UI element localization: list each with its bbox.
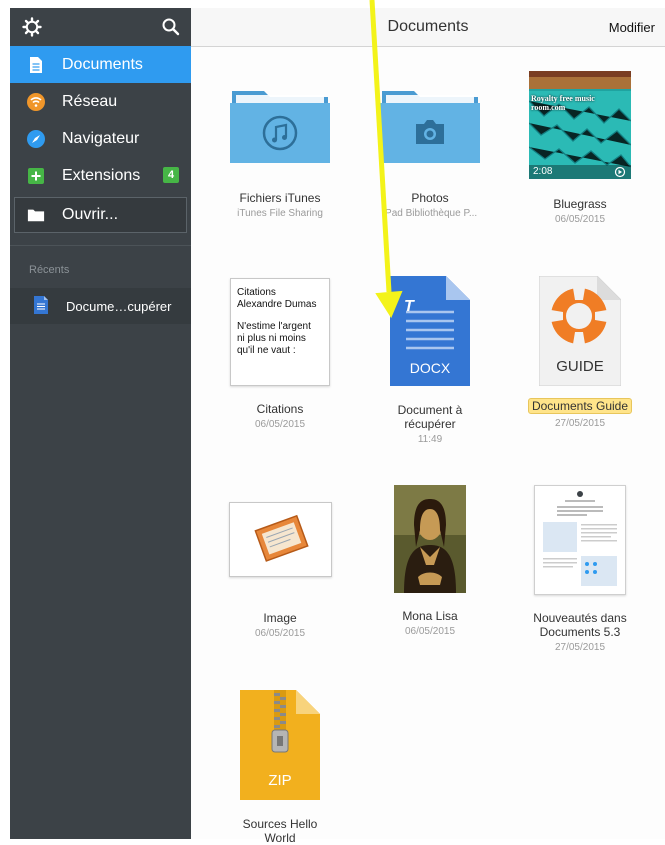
- grid-item-guide[interactable]: GUIDE Documents Guide 27/05/2015: [505, 275, 655, 430]
- navigation-bar: Documents Modifier: [191, 8, 665, 47]
- file-subtitle: 06/05/2015: [254, 628, 306, 639]
- sidebar-item-network[interactable]: Réseau: [10, 83, 191, 120]
- grid-item-zip[interactable]: ZIP Sources Hello World: [205, 690, 355, 845]
- grid-item-bluegrass[interactable]: Royalty free music room.com 2:08 Bluegra…: [505, 71, 655, 226]
- grid-item-image[interactable]: Image 06/05/2015: [205, 502, 355, 640]
- docx-file-icon: [34, 295, 48, 317]
- page-title: Documents: [387, 18, 469, 35]
- file-name-line: Sources Hello: [242, 817, 318, 831]
- file-subtitle: 11:49: [417, 434, 443, 445]
- file-subtitle: 27/05/2015: [554, 418, 606, 429]
- gear-icon[interactable]: [22, 17, 42, 37]
- grid-item-mona-lisa[interactable]: Mona Lisa 06/05/2015: [355, 485, 505, 638]
- svg-text:T: T: [404, 298, 415, 315]
- document-icon: [27, 56, 45, 74]
- sidebar-item-extensions[interactable]: Extensions 4: [10, 157, 191, 194]
- file-name-line: récupérer: [404, 417, 456, 431]
- file-name-line: Nouveautés dans: [533, 611, 627, 625]
- file-name: Citations: [256, 402, 304, 416]
- sidebar-item-label: Extensions: [62, 166, 141, 184]
- lifebuoy-icon: GUIDE: [538, 275, 622, 387]
- file-name-line: World: [264, 831, 296, 845]
- sidebar-item-open[interactable]: Ouvrir...: [14, 197, 187, 233]
- count-badge: 4: [163, 167, 179, 183]
- edit-button[interactable]: Modifier: [609, 20, 655, 35]
- top-margin: [0, 0, 665, 8]
- itunes-folder-icon: [230, 83, 330, 165]
- file-name-selected: Documents Guide: [527, 398, 633, 414]
- file-name: Image: [263, 611, 297, 625]
- file-name: Document à récupérer: [355, 403, 505, 431]
- video-duration: 2:08: [533, 166, 553, 177]
- file-name: Bluegrass: [553, 197, 607, 211]
- recent-item[interactable]: Docume…cupérer: [10, 288, 191, 324]
- photos-folder-icon: [380, 83, 480, 165]
- window-edge: [0, 0, 10, 839]
- sidebar-item-label: Ouvrir...: [62, 206, 119, 223]
- grid-item-docx[interactable]: T DOCX Document à récupérer 11:49: [355, 276, 505, 446]
- file-subtitle: 06/05/2015: [404, 626, 456, 637]
- sidebar-item-label: Réseau: [62, 92, 118, 110]
- video-thumbnail: Royalty free music room.com 2:08: [528, 71, 632, 179]
- grid-item-photos[interactable]: Photos iPad Bibliothèque P...: [355, 83, 505, 220]
- grid-item-itunes[interactable]: Fichiers iTunes iTunes File Sharing: [205, 83, 355, 220]
- compass-icon: [27, 129, 45, 148]
- file-name-line: Documents 5.3: [539, 625, 621, 639]
- docx-file-icon: T DOCX: [390, 276, 470, 386]
- file-type-label: ZIP: [268, 772, 292, 789]
- recent-item-label: Docume…cupérer: [66, 298, 172, 314]
- sidebar-item-label: Navigateur: [62, 129, 140, 147]
- sidebar-item-label: Documents: [62, 55, 143, 73]
- text-preview: Citations Alexandre Dumas N'estime l'arg…: [230, 278, 330, 386]
- file-name: Nouveautés dans Documents 5.3: [505, 611, 655, 639]
- sidebar-toolbar: [10, 8, 191, 46]
- file-name-line: Document à: [397, 403, 463, 417]
- network-icon: [27, 92, 45, 111]
- sidebar-item-browser[interactable]: Navigateur: [10, 120, 191, 157]
- file-name: Sources Hello World: [205, 817, 355, 845]
- folder-icon: [27, 206, 45, 224]
- zip-file-icon: ZIP: [240, 690, 320, 800]
- file-name: Mona Lisa: [402, 609, 458, 623]
- preview-line: Alexandre Dumas: [237, 299, 317, 310]
- video-overlay-text: Royalty free music room.com: [531, 94, 595, 112]
- file-subtitle: iPad Bibliothèque P...: [382, 208, 478, 219]
- preview-line: ni plus ni moins: [237, 333, 306, 344]
- file-subtitle: 27/05/2015: [554, 642, 606, 653]
- pdf-thumbnail: [534, 485, 626, 595]
- sidebar: Documents Réseau Navigateur Extensions 4: [10, 8, 191, 839]
- sidebar-item-documents[interactable]: Documents: [10, 46, 191, 83]
- file-type-label: DOCX: [409, 360, 451, 376]
- file-subtitle: 06/05/2015: [254, 419, 306, 430]
- file-name: Photos: [411, 191, 449, 205]
- app-window: Documents Réseau Navigateur Extensions 4: [0, 0, 665, 845]
- preview-line: qu'il ne vaut :: [237, 345, 296, 356]
- file-name: Fichiers iTunes: [239, 191, 321, 205]
- file-subtitle: iTunes File Sharing: [237, 208, 323, 219]
- grid-item-citations[interactable]: Citations Alexandre Dumas N'estime l'arg…: [205, 278, 355, 431]
- file-type-label: GUIDE: [556, 358, 604, 375]
- image-thumbnail: [228, 502, 332, 577]
- file-subtitle: 06/05/2015: [554, 214, 606, 225]
- preview-line: N'estime l'argent: [237, 321, 311, 332]
- preview-line: Citations: [237, 287, 276, 298]
- recent-section-title: Récents: [29, 264, 70, 276]
- plus-icon: [27, 167, 45, 185]
- search-icon[interactable]: [161, 17, 181, 37]
- painting-thumbnail: [394, 485, 466, 593]
- grid-item-nouveautes[interactable]: Nouveautés dans Documents 5.3 27/05/2015: [505, 485, 655, 654]
